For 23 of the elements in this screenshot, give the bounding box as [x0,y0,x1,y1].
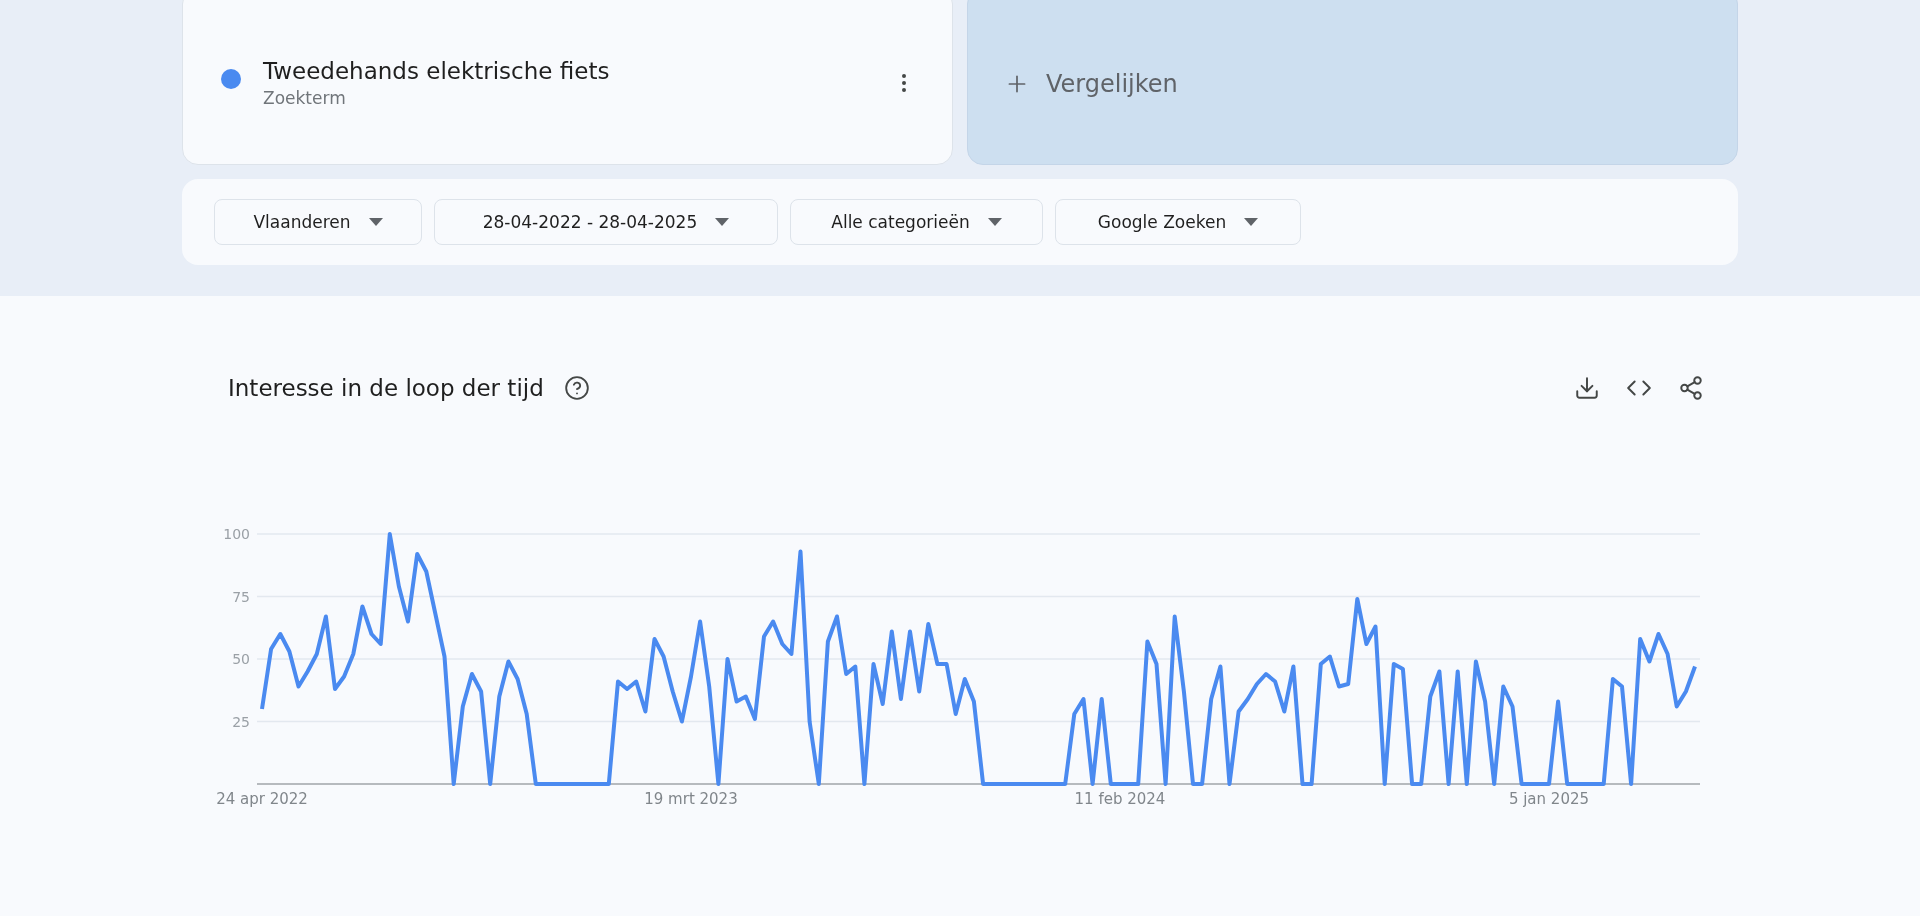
caret-icon [715,218,730,226]
axis-label: 11 feb 2024 [1074,790,1166,808]
caret-icon [1244,218,1259,226]
download-icon[interactable] [1574,375,1600,401]
axis-label: 50 [232,651,250,667]
filter-dropdown[interactable]: 28-04-2022 - 28-04-2025 [434,199,778,245]
section-title: Interesse in de loop der tijd [228,375,544,401]
axis-label: 25 [232,713,250,730]
compare-button[interactable]: Vergelijken [967,0,1738,165]
axis-label: 24 apr 2022 [216,790,308,808]
filter-dropdown[interactable]: Google Zoeken [1055,199,1301,245]
axis-label: 75 [232,588,250,605]
share-icon[interactable] [1678,375,1704,401]
caret-icon [368,218,383,226]
term-subtitle: Zoekterm [263,87,347,108]
filter-dropdown[interactable]: Vlaanderen [214,199,422,245]
axis-label: 5 jan 2025 [1508,790,1589,808]
axis-label: 100 [223,526,250,542]
term-title: Tweedehands elektrische fiets [263,57,611,84]
caret-icon [987,218,1002,226]
axis-label: 19 mrt 2023 [644,790,738,808]
help-icon[interactable] [563,375,590,401]
filter-dropdown[interactable]: Alle categorieën [790,199,1043,245]
